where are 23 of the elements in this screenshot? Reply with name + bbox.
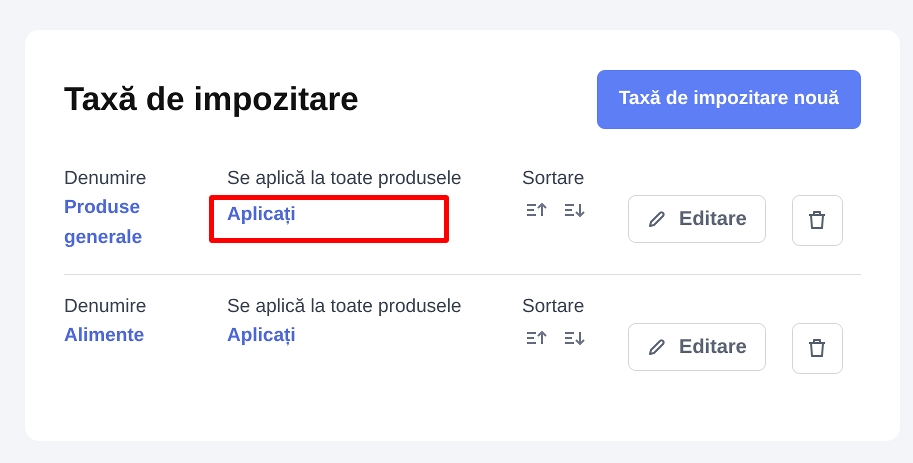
sort-ascending-icon[interactable] <box>526 201 548 219</box>
column-label: Denumire <box>64 166 148 190</box>
tax-name-link[interactable]: Produse generale <box>64 193 184 254</box>
edit-button[interactable]: Editare <box>628 194 766 242</box>
trash-icon <box>808 210 826 230</box>
edit-button[interactable]: Editare <box>628 322 766 371</box>
tax-name-link[interactable]: Alimente <box>64 321 144 352</box>
delete-button[interactable] <box>792 194 843 246</box>
apply-link[interactable]: Aplicați <box>227 321 296 352</box>
trash-icon <box>808 338 826 358</box>
delete-button[interactable] <box>792 322 843 374</box>
sort-descending-icon[interactable] <box>564 201 586 219</box>
column-label: Sortare <box>522 294 586 319</box>
column-label: Sortare <box>522 166 586 190</box>
column-label: Denumire <box>64 294 148 319</box>
pencil-icon <box>647 208 667 228</box>
sort-descending-icon[interactable] <box>564 329 586 348</box>
page-title: Taxă de impozitare <box>64 79 359 120</box>
new-tax-button[interactable]: Taxă de impozitare nouă <box>596 70 861 128</box>
column-label: Se aplică la toate produsele <box>227 294 462 319</box>
apply-link[interactable]: Aplicați <box>227 200 296 230</box>
column-label: Se aplică la toate produsele <box>227 166 462 190</box>
pencil-icon <box>647 336 667 357</box>
